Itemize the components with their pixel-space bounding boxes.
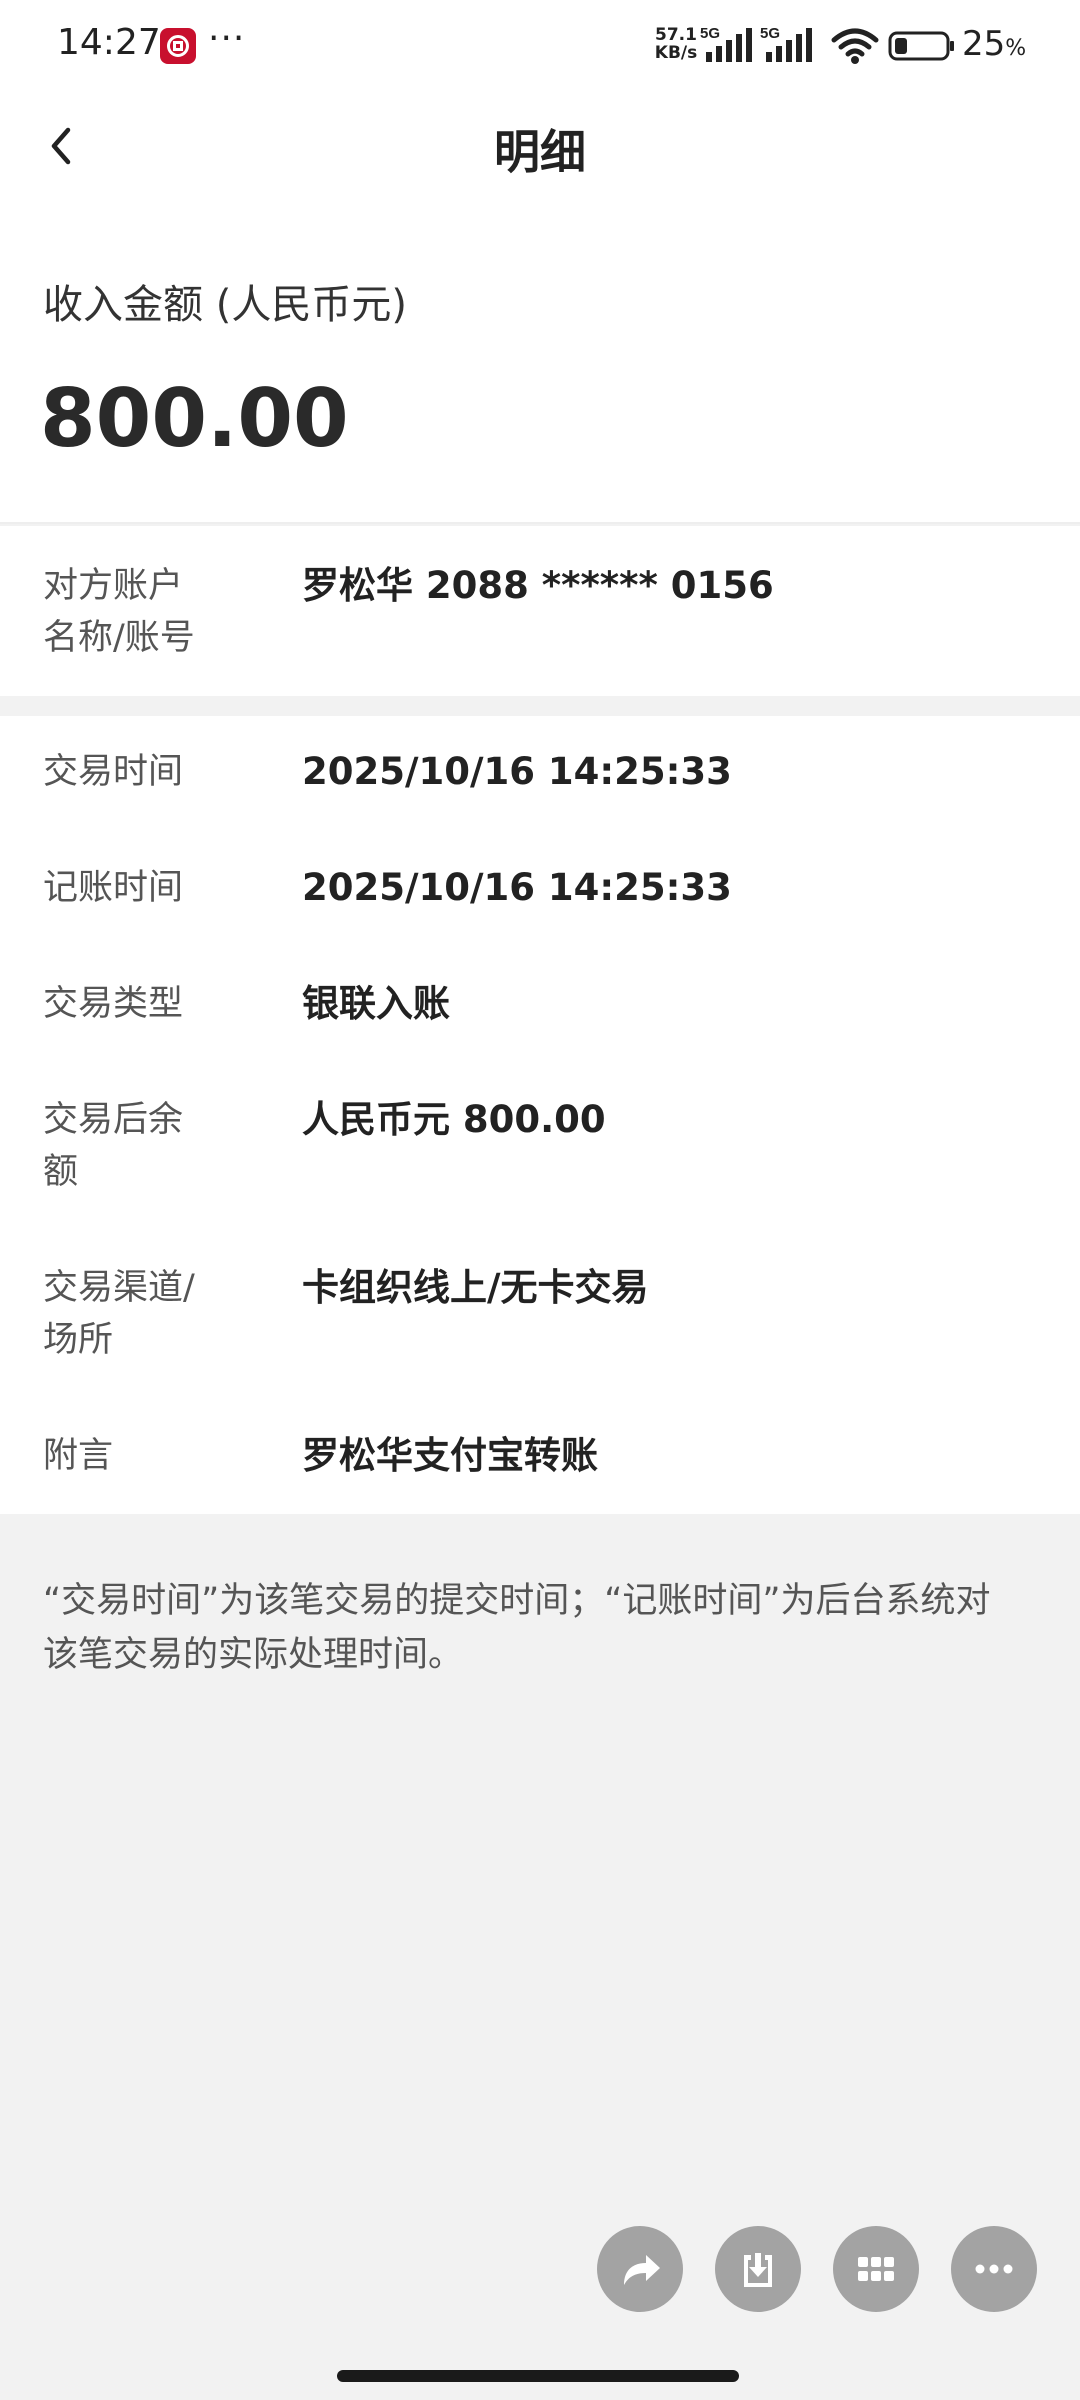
detail-label-line1: 附言: [43, 1436, 114, 1476]
wifi-icon: [831, 28, 879, 64]
detail-value: 人民币元 800.00: [302, 1098, 606, 1141]
cellular-signal-icon: 5G: [700, 25, 752, 62]
detail-label: 交易渠道/ 场所: [43, 1262, 243, 1366]
amount-card: 收入金额 (人民币元) 800.00: [0, 200, 1080, 524]
cellular-signal-icon: 5G: [760, 25, 812, 62]
amount-label: 收入金额 (人民币元): [43, 282, 407, 328]
detail-value: 2025/10/16 14:25:33: [302, 750, 732, 793]
time-footnote: “交易时间”为该笔交易的提交时间；“记账时间”为后台系统对 该笔交易的实际处理时…: [43, 1574, 1043, 1682]
detail-label-line2: 场所: [43, 1320, 114, 1360]
detail-label-line1: 交易渠道/: [43, 1268, 195, 1308]
detail-value: 罗松华支付宝转账: [302, 1434, 598, 1477]
counterparty-label-line2: 名称/账号: [43, 618, 195, 658]
battery-percent-sign: %: [1005, 36, 1027, 61]
detail-label: 记账时间: [43, 862, 243, 914]
footnote-line1: “交易时间”为该笔交易的提交时间；“记账时间”为后台系统对: [43, 1581, 991, 1621]
detail-label-line1: 交易后余: [43, 1100, 184, 1140]
battery-fill: [895, 38, 907, 54]
battery-percent: 25%: [962, 24, 1026, 64]
status-bar: 14:27 ··· 57.1 KB/s 5G 5G 25%: [0, 0, 1080, 92]
apps-grid-button[interactable]: [833, 2226, 919, 2312]
bank-app-icon: [160, 28, 196, 64]
counterparty-label-line1: 对方账户: [43, 566, 184, 606]
status-time: 14:27: [57, 22, 161, 63]
transaction-details-card: 交易时间 2025/10/16 14:25:33 记账时间 2025/10/16…: [0, 716, 1080, 1514]
detail-label: 交易后余 额: [43, 1094, 243, 1198]
detail-label-line1: 交易时间: [43, 752, 184, 792]
detail-value: 银联入账: [302, 982, 450, 1025]
page-title: 明细: [494, 125, 586, 179]
transaction-detail-screen: 14:27 ··· 57.1 KB/s 5G 5G 25% 明细 收入金额 (人…: [0, 0, 1080, 2400]
detail-label-line2: 额: [43, 1152, 79, 1192]
battery-percent-value: 25: [962, 24, 1006, 64]
detail-label: 交易时间: [43, 746, 243, 798]
network-speed-unit: KB/s: [654, 43, 698, 63]
detail-value: 卡组织线上/无卡交易: [302, 1266, 649, 1309]
home-indicator[interactable]: [337, 2370, 739, 2382]
more-options-button[interactable]: [951, 2226, 1037, 2312]
status-more-dots: ···: [208, 18, 246, 59]
amount-value: 800.00: [40, 372, 349, 465]
detail-label: 交易类型: [43, 978, 243, 1030]
counterparty-label: 对方账户 名称/账号: [43, 560, 243, 664]
detail-label-line1: 交易类型: [43, 984, 184, 1024]
grid-icon: [858, 2257, 894, 2281]
battery-icon: [888, 31, 954, 61]
header-bar: 明细: [0, 92, 1080, 200]
share-icon: [624, 2255, 660, 2285]
signal-1-label: 5G: [700, 25, 720, 42]
detail-label-line1: 记账时间: [43, 868, 184, 908]
more-icon: [975, 2264, 1013, 2274]
share-button[interactable]: [597, 2226, 683, 2312]
detail-value: 2025/10/16 14:25:33: [302, 866, 732, 909]
network-speed-value: 57.1: [655, 25, 697, 45]
download-button[interactable]: [715, 2226, 801, 2312]
signal-2-label: 5G: [760, 25, 780, 42]
download-icon: [744, 2253, 772, 2287]
counterparty-value: 罗松华 2088 ****** 0156: [302, 564, 774, 607]
footnote-line2: 该笔交易的实际处理时间。: [43, 1635, 464, 1675]
counterparty-card: 对方账户 名称/账号 罗松华 2088 ****** 0156: [0, 526, 1080, 696]
detail-label: 附言: [43, 1430, 243, 1482]
network-speed: 57.1 KB/s: [648, 26, 704, 62]
